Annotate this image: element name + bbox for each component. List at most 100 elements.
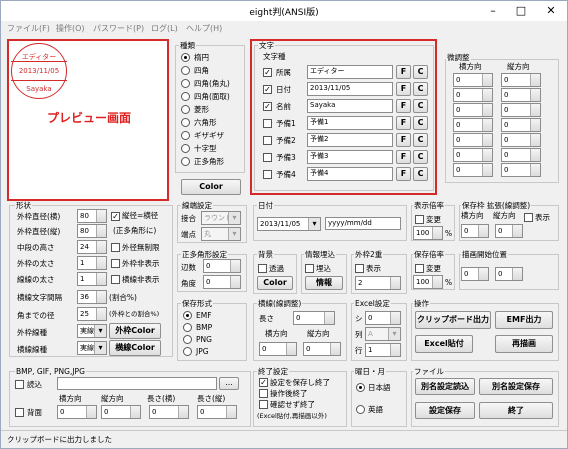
kind-radio-6[interactable] [181, 131, 190, 140]
cross-h-spin[interactable]: 0 [259, 342, 297, 356]
fine-h-spin-5[interactable]: 0 [453, 148, 493, 162]
bg-transparent-check[interactable] [258, 264, 267, 273]
fine-v-spin-1[interactable]: 0 [501, 88, 541, 102]
exp-show-check[interactable] [524, 213, 533, 222]
text-row-check-5[interactable] [263, 153, 272, 162]
outer-w-spin[interactable]: 80 [77, 209, 107, 223]
text-row-input-4[interactable]: 予備2 [307, 133, 393, 147]
date-picker[interactable]: 2013/11/05 [257, 217, 321, 231]
text-row-color-button-4[interactable]: C [413, 133, 428, 147]
hide1-check[interactable] [111, 243, 120, 252]
drawpos-h-spin[interactable]: 0 [461, 267, 489, 281]
text-row-color-button-3[interactable]: C [413, 116, 428, 130]
text-row-font-button-5[interactable]: F [396, 150, 411, 164]
fine-h-spin-4[interactable]: 0 [453, 133, 493, 147]
fine-v-spin-3[interactable]: 0 [501, 118, 541, 132]
kind-radio-5[interactable] [181, 118, 190, 127]
disp-change-check[interactable] [415, 215, 424, 224]
kind-radio-1[interactable] [181, 66, 190, 75]
save-radio-1[interactable] [183, 323, 192, 332]
text-row-input-6[interactable]: 予備4 [307, 167, 393, 181]
menu-log[interactable]: ログ(L) [151, 23, 178, 34]
excel-sheet-spin[interactable]: 0 [365, 311, 401, 325]
middle-spin[interactable]: 24 [77, 240, 107, 254]
image-v-spin[interactable]: 0 [101, 405, 141, 419]
save-radio-2[interactable] [183, 335, 192, 344]
maximize-button[interactable]: □ [507, 1, 535, 21]
menu-help[interactable]: ヘルプ(H) [186, 23, 222, 34]
fine-h-spin-0[interactable]: 0 [453, 73, 493, 87]
outer-h-spin[interactable]: 80 [77, 224, 107, 238]
text-row-check-1[interactable]: ✓ [263, 85, 272, 94]
fine-h-spin-1[interactable]: 0 [453, 88, 493, 102]
text-row-check-4[interactable] [263, 136, 272, 145]
fine-h-spin-3[interactable]: 0 [453, 118, 493, 132]
excel-row-spin[interactable]: 1 [365, 343, 401, 357]
double-show-check[interactable] [355, 264, 364, 273]
image-lenv-spin[interactable]: 0 [197, 405, 237, 419]
fine-h-spin-2[interactable]: 0 [453, 103, 493, 117]
endset-opt1-check[interactable]: ✓ [259, 378, 268, 387]
fine-v-spin-0[interactable]: 0 [501, 73, 541, 87]
endset-opt3-check[interactable] [259, 400, 268, 409]
outer-line-spin[interactable]: 1 [77, 256, 107, 270]
fine-v-spin-5[interactable]: 0 [501, 148, 541, 162]
edge-end-select[interactable]: 丸 [201, 227, 241, 241]
text-row-color-button-1[interactable]: C [413, 82, 428, 96]
same-diameter-check[interactable]: ✓ [111, 212, 120, 221]
text-row-check-2[interactable]: ✓ [263, 102, 272, 111]
text-row-font-button-1[interactable]: F [396, 82, 411, 96]
cross-style-select[interactable]: 実線 [77, 341, 107, 355]
char-gap-spin[interactable]: 36 [77, 290, 107, 304]
cross-v-spin[interactable]: 0 [303, 342, 341, 356]
emf-output-button[interactable]: EMF出力 [495, 311, 553, 329]
cross-color-button[interactable]: 横線Color [109, 340, 161, 356]
poly-angle-spin[interactable]: 0 [203, 275, 241, 289]
info-button[interactable]: 情報 [305, 276, 343, 290]
hide3-check[interactable] [111, 275, 120, 284]
minimize-button[interactable]: – [479, 1, 507, 21]
outer-style-select[interactable]: 実線 [77, 324, 107, 338]
text-row-font-button-2[interactable]: F [396, 99, 411, 113]
fine-v-spin-4[interactable]: 0 [501, 133, 541, 147]
cross-len-spin[interactable]: 0 [293, 311, 335, 325]
redraw-button[interactable]: 再描画 [495, 335, 553, 353]
save-settings-button[interactable]: 設定保存 [415, 402, 475, 419]
image-read-check[interactable] [15, 380, 24, 389]
endset-opt2-check[interactable] [259, 389, 268, 398]
dow-en-radio[interactable] [356, 405, 365, 414]
text-row-input-1[interactable]: 2013/11/05 [307, 82, 393, 96]
text-row-input-0[interactable]: エディター [307, 65, 393, 79]
menu-operation[interactable]: 操作(O) [56, 23, 85, 34]
load-as-button[interactable]: 別名設定読込 [415, 378, 475, 395]
corner-spin[interactable]: 25 [77, 307, 107, 321]
savediff-spin[interactable]: 100 [413, 275, 443, 289]
text-row-input-2[interactable]: Sayaka [307, 99, 393, 113]
text-row-font-button-4[interactable]: F [396, 133, 411, 147]
text-row-check-3[interactable] [263, 119, 272, 128]
exp-v-spin[interactable]: 0 [495, 224, 523, 238]
image-back-check[interactable] [15, 408, 24, 417]
menu-password[interactable]: パスワード(P) [93, 23, 144, 34]
kind-radio-7[interactable] [181, 144, 190, 153]
kind-radio-8[interactable] [181, 157, 190, 166]
text-row-font-button-3[interactable]: F [396, 116, 411, 130]
bg-color-button[interactable]: Color [257, 276, 293, 290]
kind-radio-4[interactable] [181, 105, 190, 114]
edge-join-select[interactable]: ラウンド [201, 211, 241, 225]
exp-h-spin[interactable]: 0 [461, 224, 489, 238]
clipboard-output-button[interactable]: クリップボード出力 [415, 311, 491, 329]
kind-radio-0[interactable] [181, 53, 190, 62]
info-embed-check[interactable] [305, 264, 314, 273]
double-spin[interactable]: 2 [355, 276, 401, 290]
fine-h-spin-6[interactable]: 0 [453, 163, 493, 177]
date-format-input[interactable]: yyyy/mm/dd [325, 217, 401, 230]
kind-color-button[interactable]: Color [181, 179, 241, 195]
text-row-font-button-0[interactable]: F [396, 65, 411, 79]
fine-v-spin-6[interactable]: 0 [501, 163, 541, 177]
outer-color-button[interactable]: 外枠Color [109, 323, 161, 339]
image-h-spin[interactable]: 0 [57, 405, 97, 419]
kind-radio-2[interactable] [181, 79, 190, 88]
text-row-check-0[interactable]: ✓ [263, 68, 272, 77]
disp-spin[interactable]: 100 [413, 226, 443, 240]
